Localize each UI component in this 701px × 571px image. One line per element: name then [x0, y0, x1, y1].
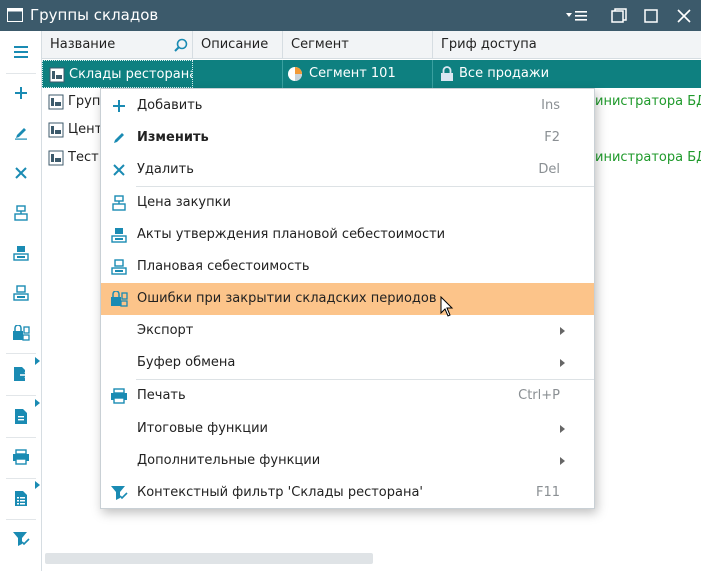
hamburger-menu-button[interactable]	[4, 35, 38, 69]
planned-cost-icon	[13, 285, 29, 301]
export-icon	[14, 367, 30, 381]
toolbar-approval-acts-button[interactable]	[4, 236, 38, 270]
purchase-price-icon	[14, 205, 28, 221]
menu-item-additional-functions[interactable]: Дополнительные функции	[101, 445, 594, 477]
title-bar: Группы складов	[0, 0, 701, 31]
grid-header: Название Описание Сегмент Гриф доступа	[42, 31, 701, 59]
functions-icon	[15, 491, 27, 506]
submenu-arrow-icon	[560, 425, 565, 433]
cell-name[interactable]: Склады ресторана	[42, 60, 193, 88]
toolbar-purchase-price-button[interactable]	[4, 196, 38, 230]
toolbar-edit-button[interactable]	[4, 116, 38, 150]
menu-item-print[interactable]: Печать Ctrl+P	[101, 380, 594, 412]
cell-access[interactable]: инистратора БД	[595, 88, 701, 116]
toolbar-delete-button[interactable]	[4, 156, 38, 190]
period-errors-icon	[111, 291, 128, 307]
menu-item-export[interactable]: Экспорт	[101, 315, 594, 347]
approval-acts-icon	[111, 228, 127, 243]
table-row[interactable]: Склады ресторана Сегмент 101 Все продажи	[42, 60, 701, 88]
mouse-cursor-icon	[440, 296, 454, 317]
cell-segment[interactable]: Сегмент 101	[283, 60, 433, 88]
menu-item-planned-cost[interactable]: Плановая себестоимость	[101, 251, 594, 283]
planned-cost-icon	[111, 259, 127, 275]
cell-access[interactable]: Все продажи	[433, 60, 701, 88]
maximize-icon	[644, 9, 658, 23]
menu-item-edit[interactable]: Изменить F2	[101, 122, 594, 154]
column-header-name[interactable]: Название	[42, 31, 193, 59]
warehouse-group-icon	[49, 67, 65, 83]
window-title: Группы складов	[30, 6, 159, 24]
window-menu-button[interactable]	[563, 6, 591, 26]
segment-pie-icon	[288, 67, 302, 81]
add-icon	[113, 100, 125, 112]
submenu-arrow-icon	[560, 327, 565, 335]
add-icon	[15, 87, 27, 99]
app-window-icon	[7, 8, 23, 22]
toolbar-period-errors-button[interactable]	[4, 316, 38, 350]
left-toolbar	[0, 31, 42, 571]
close-icon	[677, 9, 691, 23]
toolbar-functions-button[interactable]	[4, 481, 38, 515]
column-header-access[interactable]: Гриф доступа	[433, 31, 701, 59]
restore-button[interactable]	[609, 6, 629, 26]
maximize-button[interactable]	[641, 6, 661, 26]
submenu-arrow-icon	[560, 359, 565, 367]
menu-item-clipboard[interactable]: Буфер обмена	[101, 347, 594, 379]
period-errors-icon	[13, 325, 30, 341]
edit-icon	[114, 133, 124, 143]
hamburger-menu-icon	[14, 46, 28, 58]
clipboard-icon	[15, 409, 27, 424]
menu-item-period-errors[interactable]: Ошибки при закрытии складских периодов	[101, 283, 594, 315]
toolbar-planned-cost-button[interactable]	[4, 276, 38, 310]
context-menu: Добавить Ins Изменить F2 Удалить Del Цен…	[100, 88, 595, 509]
menu-item-delete[interactable]: Удалить Del	[101, 154, 594, 186]
restore-icon	[611, 8, 627, 23]
menu-item-add[interactable]: Добавить Ins	[101, 90, 594, 122]
filter-icon	[13, 532, 30, 546]
warehouse-group-icon	[48, 150, 64, 166]
toolbar-filter-button[interactable]	[4, 522, 38, 556]
warehouse-group-icon	[48, 94, 64, 110]
filter-icon	[111, 486, 128, 500]
search-icon[interactable]	[174, 38, 188, 52]
purchase-price-icon	[112, 195, 126, 211]
approval-acts-icon	[13, 246, 29, 261]
toolbar-clipboard-button[interactable]	[4, 399, 38, 433]
menu-icon	[566, 11, 587, 21]
cell-description[interactable]	[193, 60, 283, 88]
edit-icon	[15, 128, 27, 140]
delete-icon	[113, 164, 125, 176]
column-header-description[interactable]: Описание	[193, 31, 283, 59]
menu-item-approval-acts[interactable]: Акты утверждения плановой себестоимости	[101, 219, 594, 251]
warehouse-group-icon	[48, 122, 64, 138]
toolbar-print-button[interactable]	[4, 440, 38, 474]
menu-item-purchase-price[interactable]: Цена закупки	[101, 187, 594, 219]
print-icon	[111, 388, 127, 404]
toolbar-export-button[interactable]	[4, 357, 38, 391]
close-button[interactable]	[674, 6, 694, 26]
horizontal-scrollbar[interactable]	[45, 553, 373, 564]
menu-item-context-filter[interactable]: Контекстный фильтр 'Склады ресторана' F1…	[101, 477, 594, 509]
delete-icon	[15, 167, 27, 179]
toolbar-add-button[interactable]	[4, 76, 38, 110]
print-icon	[13, 449, 29, 465]
menu-item-summary-functions[interactable]: Итоговые функции	[101, 413, 594, 445]
column-header-segment[interactable]: Сегмент	[283, 31, 433, 59]
cell-access[interactable]: инистратора БД	[595, 144, 701, 172]
lock-icon	[441, 66, 453, 81]
submenu-arrow-icon	[560, 457, 565, 465]
